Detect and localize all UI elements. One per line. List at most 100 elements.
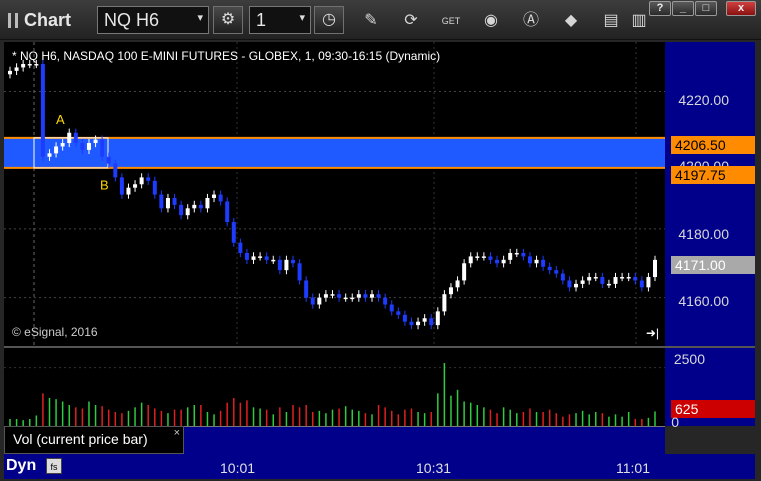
- candle[interactable]: [291, 259, 296, 264]
- candle[interactable]: [580, 280, 585, 284]
- symbol-combo[interactable]: NQ H6 ▾: [97, 6, 209, 34]
- candle[interactable]: [369, 294, 374, 298]
- candle[interactable]: [86, 143, 91, 150]
- candle[interactable]: [159, 194, 164, 209]
- candle[interactable]: [277, 259, 282, 271]
- candle[interactable]: [8, 70, 12, 75]
- candle[interactable]: [593, 277, 598, 279]
- volume-pane[interactable]: [4, 346, 665, 426]
- compass-icon[interactable]: Ⓐ: [520, 10, 542, 32]
- candle[interactable]: [422, 318, 427, 322]
- candle[interactable]: [152, 180, 157, 195]
- candle[interactable]: [363, 294, 368, 298]
- candle[interactable]: [514, 252, 519, 255]
- candle[interactable]: [653, 259, 657, 278]
- candle[interactable]: [113, 163, 118, 178]
- candle[interactable]: [389, 304, 394, 312]
- candle[interactable]: [396, 311, 401, 315]
- candle[interactable]: [567, 280, 572, 288]
- candle[interactable]: [488, 256, 493, 260]
- pencil-icon[interactable]: ✎: [360, 10, 382, 32]
- candle[interactable]: [146, 177, 151, 181]
- close-icon[interactable]: ×: [174, 427, 180, 439]
- candle[interactable]: [330, 294, 335, 296]
- candle[interactable]: [547, 266, 552, 271]
- grip-icon[interactable]: [8, 13, 18, 28]
- candle[interactable]: [448, 287, 453, 295]
- candle[interactable]: [626, 277, 631, 279]
- annotation-label[interactable]: B: [100, 177, 109, 192]
- candle[interactable]: [304, 280, 309, 298]
- candle[interactable]: [501, 259, 506, 264]
- candle[interactable]: [133, 184, 138, 188]
- candle[interactable]: [481, 256, 486, 258]
- clock-button[interactable]: ◷: [314, 6, 344, 34]
- comment-icon[interactable]: ▤: [600, 10, 622, 32]
- candle[interactable]: [442, 294, 447, 312]
- dynamic-mode-label[interactable]: Dyn: [6, 457, 36, 475]
- candle[interactable]: [284, 259, 289, 271]
- volume-study-label[interactable]: Vol (current price bar) ×: [4, 426, 184, 454]
- candle[interactable]: [600, 277, 605, 284]
- candle[interactable]: [475, 256, 480, 258]
- volume-chart[interactable]: [4, 348, 665, 426]
- candle[interactable]: [554, 270, 559, 274]
- candle[interactable]: [560, 273, 565, 281]
- candle[interactable]: [462, 263, 467, 281]
- play-icon[interactable]: ◉: [480, 10, 502, 32]
- candle[interactable]: [192, 204, 197, 209]
- volume-axis[interactable]: 2500 625 0: [665, 346, 755, 430]
- maximize-button[interactable]: □: [695, 1, 717, 16]
- candle[interactable]: [508, 252, 513, 260]
- help-button[interactable]: ?: [649, 1, 671, 16]
- candle[interactable]: [574, 283, 579, 288]
- price-chart[interactable]: AB: [4, 42, 665, 346]
- candle[interactable]: [356, 294, 361, 298]
- scroll-end-icon[interactable]: ➜|: [646, 326, 659, 340]
- candle[interactable]: [416, 321, 421, 326]
- candle[interactable]: [534, 259, 539, 264]
- get-icon[interactable]: GET: [440, 10, 462, 32]
- window-title[interactable]: Chart: [8, 10, 71, 31]
- candle[interactable]: [212, 194, 217, 198]
- candle[interactable]: [468, 256, 473, 264]
- candle[interactable]: [205, 198, 210, 209]
- candle[interactable]: [620, 277, 625, 279]
- candle[interactable]: [310, 297, 315, 305]
- candle[interactable]: [350, 297, 355, 300]
- settings-button[interactable]: ⚙: [213, 6, 243, 34]
- candle[interactable]: [383, 297, 388, 305]
- candle[interactable]: [47, 153, 52, 157]
- candle[interactable]: [67, 132, 72, 144]
- price-axis[interactable]: 4220.00 4200.00 4180.00 4160.00 4206.50 …: [665, 42, 755, 346]
- candle[interactable]: [343, 297, 348, 300]
- candle[interactable]: [80, 143, 85, 150]
- time-axis[interactable]: Dyn fs 10:01 10:31 11:01: [4, 454, 755, 479]
- candle[interactable]: [646, 277, 651, 288]
- fullscreen-icon[interactable]: fs: [46, 458, 62, 474]
- price-pane[interactable]: AB * NQ H6, NASDAQ 100 E-MINI FUTURES - …: [4, 42, 665, 346]
- annotation-label[interactable]: A: [56, 112, 65, 127]
- candle[interactable]: [34, 64, 39, 66]
- candle[interactable]: [613, 277, 618, 284]
- candle[interactable]: [165, 198, 170, 209]
- candle[interactable]: [106, 156, 111, 164]
- candle[interactable]: [251, 256, 256, 260]
- candle[interactable]: [60, 143, 65, 147]
- candle[interactable]: [21, 64, 26, 68]
- candle[interactable]: [455, 280, 460, 288]
- eraser-icon[interactable]: ◆: [560, 10, 582, 32]
- candle[interactable]: [14, 67, 19, 71]
- candle[interactable]: [225, 201, 230, 223]
- candle[interactable]: [429, 318, 434, 326]
- candle[interactable]: [185, 208, 190, 216]
- candle[interactable]: [317, 297, 322, 305]
- candle[interactable]: [172, 198, 177, 205]
- candle[interactable]: [606, 283, 611, 286]
- close-button[interactable]: x: [726, 1, 756, 16]
- candle[interactable]: [258, 256, 263, 258]
- candle[interactable]: [402, 314, 407, 322]
- refresh-icon[interactable]: ⟳: [400, 10, 422, 32]
- candle[interactable]: [587, 277, 592, 281]
- candle[interactable]: [541, 259, 546, 267]
